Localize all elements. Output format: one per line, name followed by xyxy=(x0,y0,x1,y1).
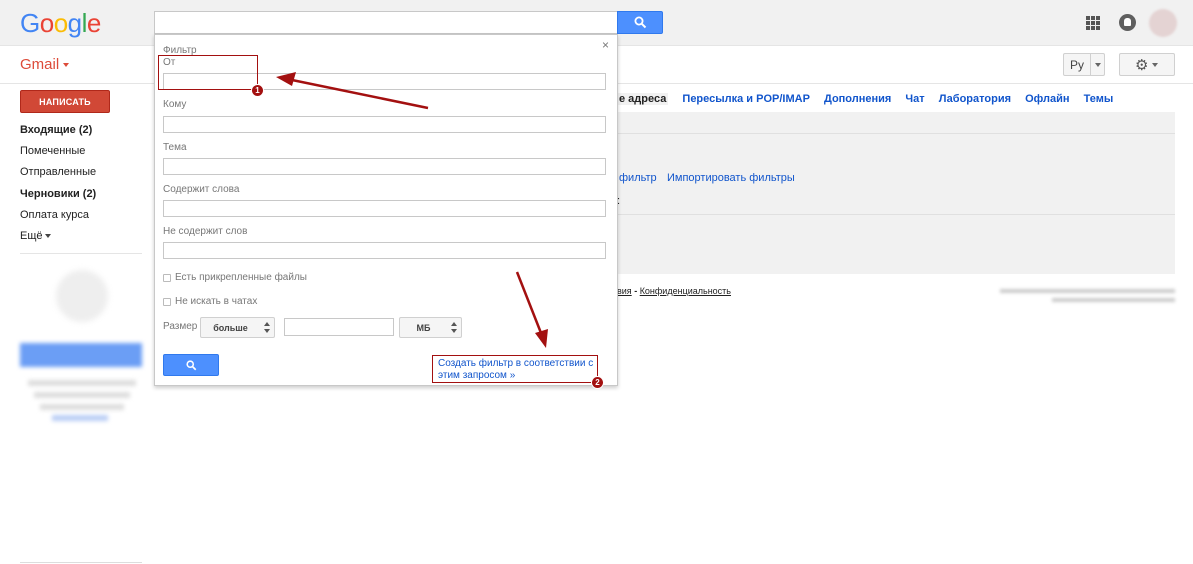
annotation-arrow-1 xyxy=(276,72,429,110)
annotation-arrow-2 xyxy=(515,271,548,348)
annotation-arrows xyxy=(276,72,548,348)
